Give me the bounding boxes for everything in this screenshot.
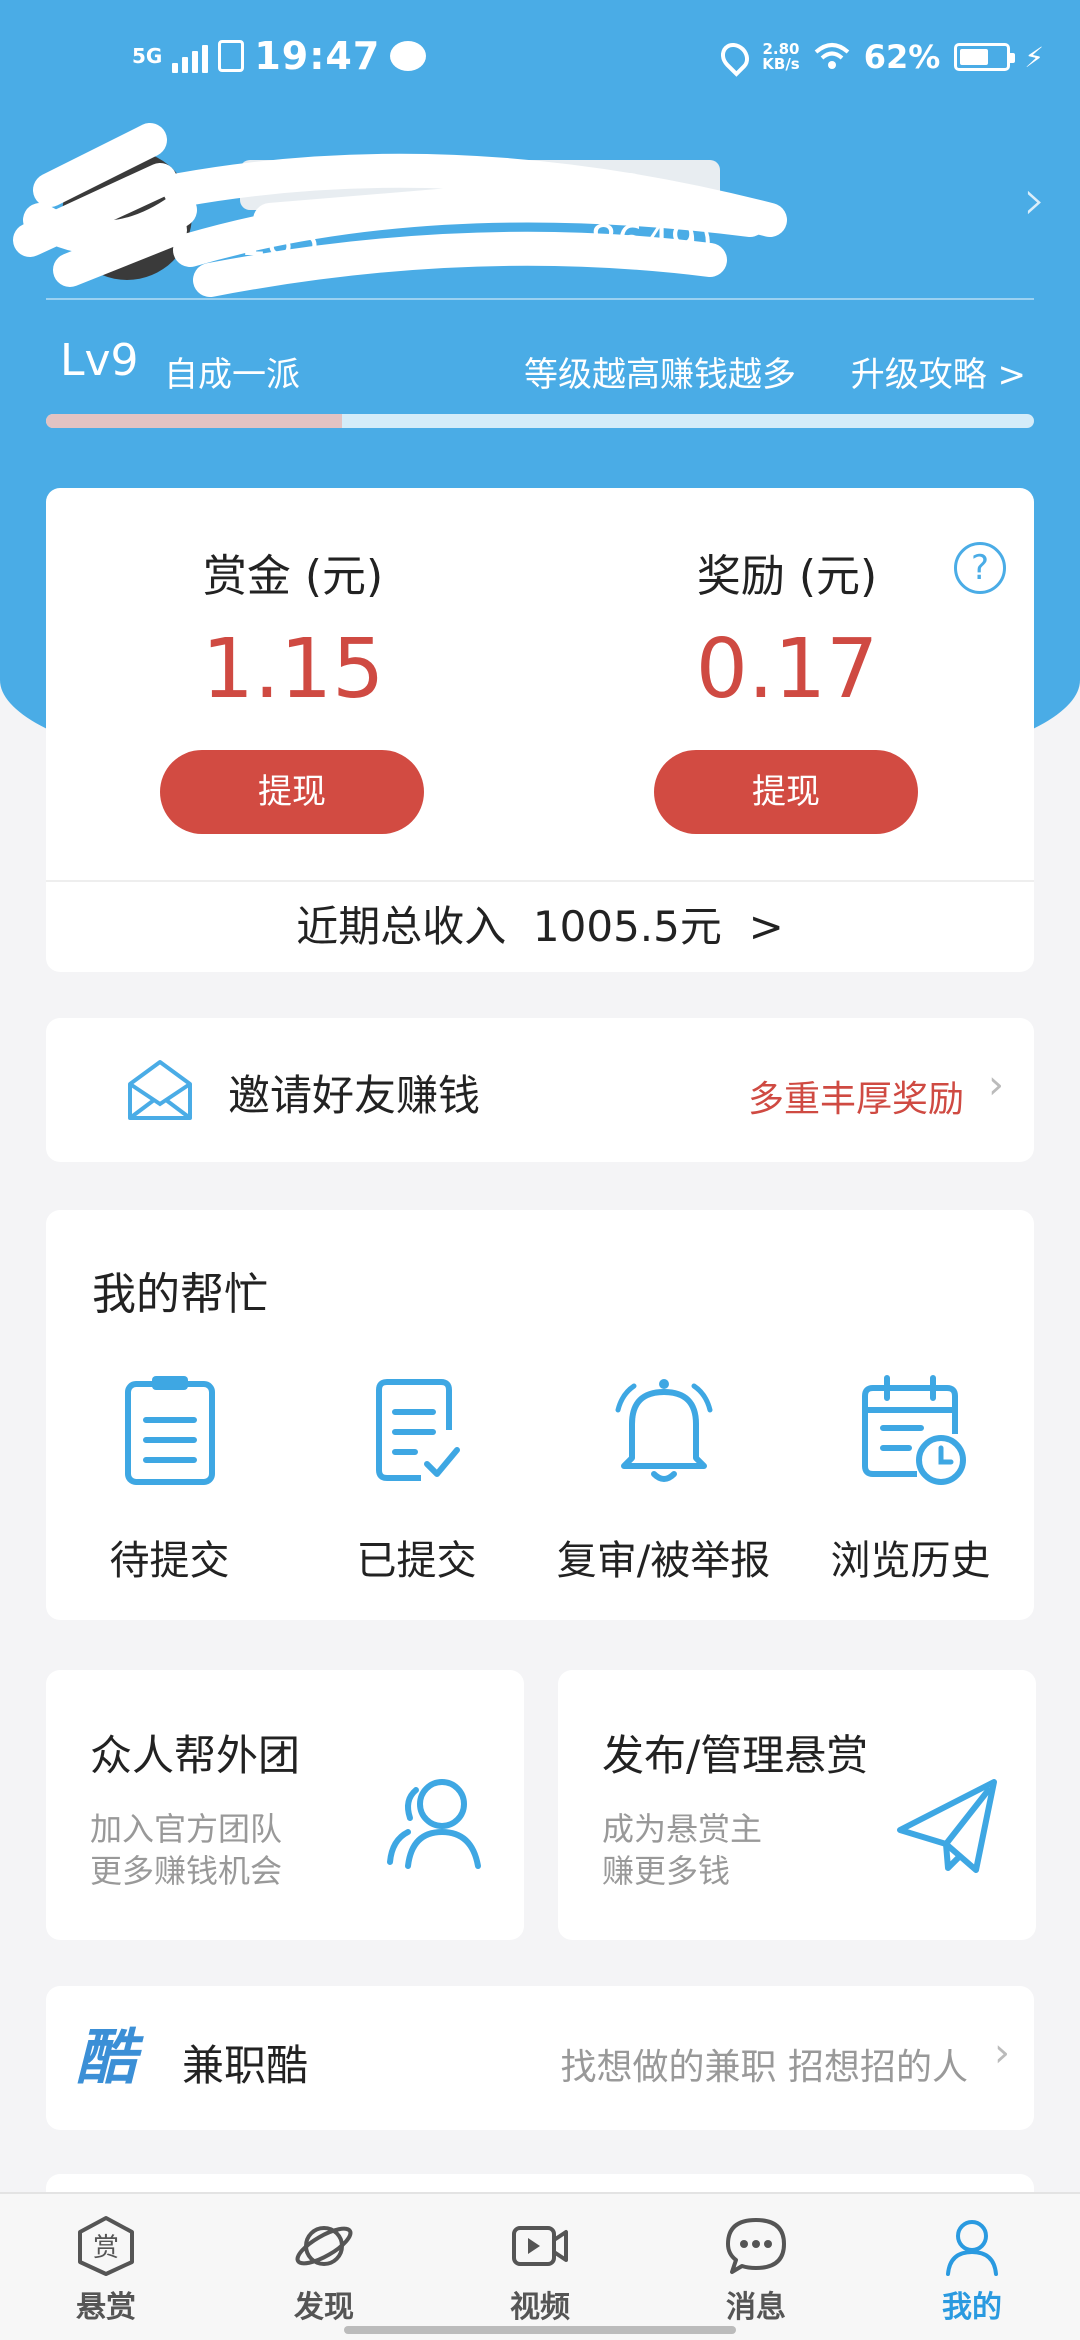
level-hint: 等级越高赚钱越多 <box>524 355 796 395</box>
sim-icon <box>218 40 245 72</box>
tab-label: 视频 <box>510 2290 570 2325</box>
tab-label: 消息 <box>726 2290 786 2325</box>
redaction-scribble <box>13 123 787 297</box>
tab-bounty[interactable]: 赏 悬赏 <box>46 2214 166 2334</box>
bounty-value: 1.15 <box>201 622 385 717</box>
jianzhiku-label: 兼职酷 <box>182 2041 309 2090</box>
bounty-label: 赏金 (元) <box>202 551 384 602</box>
tab-mine[interactable]: 我的 <box>912 2214 1032 2334</box>
envelope-icon <box>128 1060 192 1120</box>
level-badge: Lv9 <box>60 335 139 386</box>
help-item-label: 待提交 <box>109 1538 230 1584</box>
withdraw-reward-button[interactable]: 提现 <box>654 750 918 834</box>
pending-submit-item[interactable]: 待提交 <box>46 1370 293 1584</box>
location-icon <box>715 37 756 77</box>
help-icon[interactable]: ? <box>954 542 1006 594</box>
clock: 19:47 <box>254 34 381 78</box>
tab-label: 我的 <box>942 2290 1002 2325</box>
publish-title: 发布/管理悬赏 <box>602 1731 869 1780</box>
tab-discover[interactable]: 发现 <box>264 2214 384 2334</box>
home-indicator[interactable] <box>344 2326 736 2334</box>
publish-subtitle-line1: 成为悬赏主 <box>602 1810 763 1848</box>
document-check-icon <box>375 1379 460 1481</box>
bounty-column: 赏金 (元) 1.15 提现 <box>46 488 540 878</box>
level-row[interactable]: Lv9 自成一派 等级越高赚钱越多 升级攻略 > <box>46 335 1036 395</box>
team-subtitle-line1: 加入官方团队 <box>90 1810 283 1848</box>
level-progress-bar <box>46 414 1034 428</box>
header-divider <box>46 298 1034 300</box>
income-label: 近期总收入 <box>296 902 507 951</box>
tab-label: 悬赏 <box>76 2290 136 2325</box>
signal-icon <box>172 39 209 73</box>
withdraw-bounty-button[interactable]: 提现 <box>160 750 424 834</box>
people-icon <box>387 1779 481 1869</box>
jianzhiku-hint: 找想做的兼职 招想招的人 <box>560 2047 968 2088</box>
status-bar: 5G 19:47 2.80 KB/s 62% ⚡ <box>0 0 1080 120</box>
battery-icon <box>954 43 1016 71</box>
team-subtitle: 加入官方团队 更多赚钱机会 <box>90 1808 282 1892</box>
chevron-right-icon: › <box>988 1062 1004 1108</box>
planet-icon <box>295 2226 353 2266</box>
jianzhiku-row[interactable]: 酷 兼职酷 找想做的兼职 招想招的人 › <box>46 1986 1034 2130</box>
svg-text:赏: 赏 <box>93 2233 119 2263</box>
calendar-clock-icon <box>861 1375 966 1485</box>
upgrade-guide-link[interactable]: 升级攻略 > <box>851 347 1026 396</box>
help-item-label: 已提交 <box>356 1538 477 1584</box>
invite-friends-row[interactable]: 邀请好友赚钱 多重丰厚奖励 › <box>46 1018 1034 1162</box>
profile-header[interactable]: 185 8649) › <box>0 120 1080 300</box>
invite-label: 邀请好友赚钱 <box>228 1071 481 1120</box>
net-speed: 2.80 KB/s <box>762 42 799 72</box>
profile-chevron-icon[interactable]: › <box>1024 168 1046 233</box>
network-type: 5G <box>132 44 163 68</box>
chat-icon <box>726 2218 786 2274</box>
clipboard-icon <box>124 1376 215 1485</box>
help-item-label: 浏览历史 <box>830 1538 991 1584</box>
my-help-title: 我的帮忙 <box>92 1269 268 1320</box>
bell-icon <box>615 1379 712 1482</box>
net-speed-unit: KB/s <box>762 55 800 73</box>
tab-label: 发现 <box>294 2290 354 2325</box>
reward-column: 奖励 (元) ? 0.17 提现 <box>540 488 1034 878</box>
team-title: 众人帮外团 <box>90 1731 301 1780</box>
bottom-tab-bar: 赏 悬赏 发现 视频 消息 我的 <box>0 2192 1080 2340</box>
recent-income-row[interactable]: 近期总收入 1005.5元 > <box>46 882 1034 972</box>
team-subtitle-line2: 更多赚钱机会 <box>90 1852 283 1890</box>
battery-fill <box>960 49 988 65</box>
earnings-card: 赏金 (元) 1.15 提现 奖励 (元) ? 0.17 提现 近期总收入 10… <box>46 488 1034 972</box>
wifi-icon <box>814 42 850 72</box>
jianzhiku-logo: 酷 <box>76 2023 136 2093</box>
video-icon <box>512 2226 568 2266</box>
bounty-icon: 赏 <box>78 2216 134 2276</box>
reward-value: 0.17 <box>695 622 879 717</box>
level-progress-fill <box>46 414 343 428</box>
my-help-card: 我的帮忙 待提交 已提交 复审/被举报 浏览历史 <box>46 1210 1034 1620</box>
review-reported-item[interactable]: 复审/被举报 <box>540 1370 787 1584</box>
level-name: 自成一派 <box>164 355 300 395</box>
publish-subtitle: 成为悬赏主 赚更多钱 <box>602 1808 762 1892</box>
person-icon <box>946 2220 998 2276</box>
help-item-label: 复审/被举报 <box>556 1538 771 1584</box>
browse-history-item[interactable]: 浏览历史 <box>787 1370 1034 1584</box>
paper-plane-icon <box>897 1779 997 1873</box>
team-card[interactable]: 众人帮外团 加入官方团队 更多赚钱机会 <box>46 1670 524 1940</box>
income-value: 1005.5元 <box>532 902 722 951</box>
tab-messages[interactable]: 消息 <box>696 2214 816 2334</box>
invite-promo: 多重丰厚奖励 <box>747 1079 964 1120</box>
publish-card[interactable]: 发布/管理悬赏 成为悬赏主赚更多钱 <box>558 1670 1036 1940</box>
submitted-item[interactable]: 已提交 <box>293 1370 540 1584</box>
income-arrow: > <box>748 902 784 951</box>
tab-video[interactable]: 视频 <box>480 2214 600 2334</box>
chevron-right-icon: › <box>994 2030 1010 2076</box>
wechat-icon <box>390 41 427 71</box>
publish-subtitle-line2: 赚更多钱 <box>602 1852 731 1890</box>
battery-percent: 62% <box>863 38 941 76</box>
charging-icon: ⚡ <box>1024 40 1044 74</box>
